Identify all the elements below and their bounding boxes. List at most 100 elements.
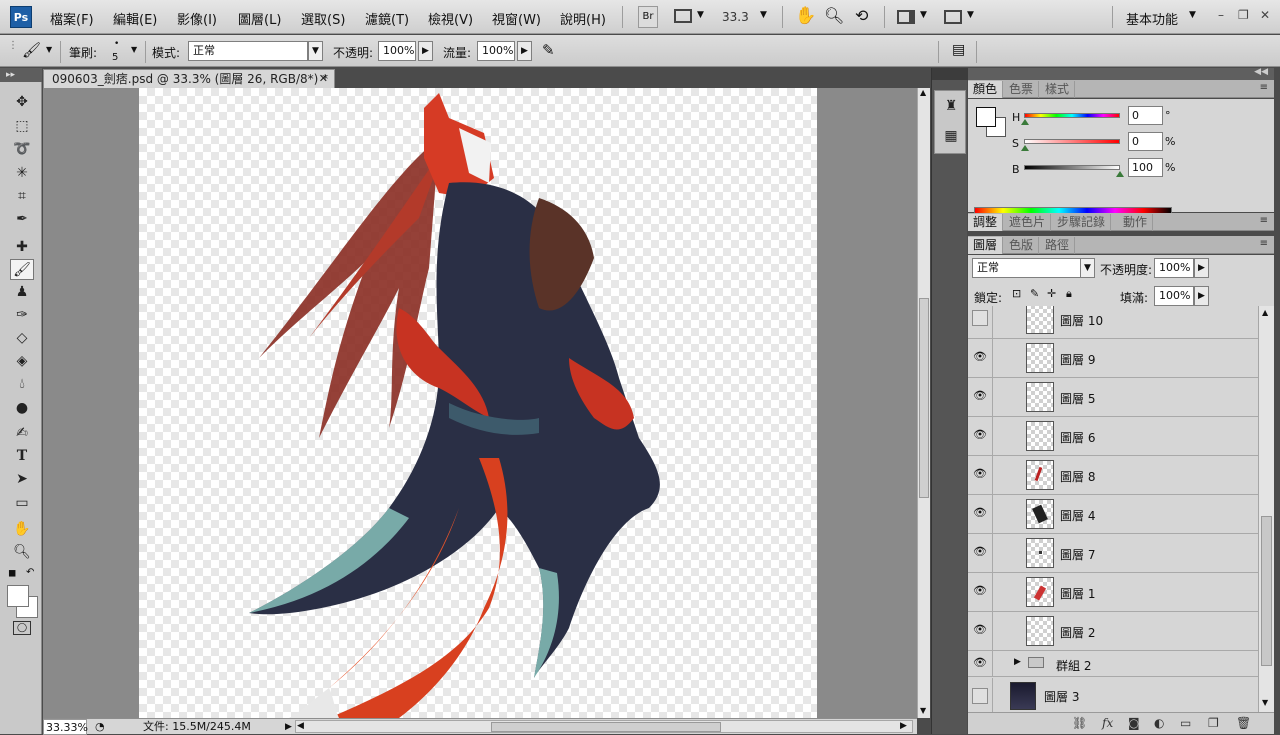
saturation-input[interactable]: 0 [1128, 132, 1163, 151]
layer-row[interactable]: 👁︎ 圖層 4 [968, 495, 1258, 534]
close-icon[interactable]: ✕ [1260, 8, 1270, 22]
layer-row[interactable]: 👁︎ 圖層 9 [968, 339, 1258, 378]
menu-image[interactable]: 影像(I) [177, 9, 217, 28]
brightness-slider-knob[interactable] [1116, 171, 1124, 177]
scroll-down-icon[interactable]: ▼ [1262, 698, 1268, 707]
eyedropper-icon[interactable]: ✒ [10, 209, 34, 230]
eye-icon[interactable]: 👁︎ [973, 545, 987, 559]
brightness-input[interactable]: 100 [1128, 158, 1163, 177]
layer-row[interactable]: 圖層 3 [968, 678, 1258, 712]
tab-paths[interactable]: 路徑 [1040, 237, 1076, 254]
fill-arrow-icon[interactable]: ▶ [1194, 286, 1209, 306]
crop-icon[interactable]: ⌗ [10, 186, 34, 207]
scroll-right-icon[interactable]: ▶ [900, 719, 907, 734]
layer-row[interactable]: 👁︎ 圖層 8 [968, 456, 1258, 495]
zoom-icon[interactable]: 🔍︎ [10, 542, 34, 563]
chevron-down-icon[interactable]: ▼ [1189, 10, 1196, 20]
marquee-icon[interactable]: ⬚ [10, 116, 34, 137]
layer-row[interactable]: 👁︎ 圖層 1 [968, 573, 1258, 612]
vertical-scroll-thumb[interactable] [919, 298, 929, 498]
layer-opacity-arrow-icon[interactable]: ▶ [1194, 258, 1209, 278]
layer-name[interactable]: 圖層 10 [1060, 312, 1103, 329]
eye-icon[interactable]: 👁︎ [973, 584, 987, 598]
status-info-icon[interactable]: ◔ [95, 719, 105, 734]
scroll-up-icon[interactable]: ▲ [920, 88, 926, 97]
chevron-down-icon[interactable]: ▼ [131, 45, 137, 54]
foreground-color-swatch[interactable] [7, 585, 29, 607]
link-layers-icon[interactable]: ⛓ [1072, 716, 1087, 730]
panel-menu-icon[interactable]: ≡ [1260, 82, 1268, 93]
menu-window[interactable]: 視窗(W) [492, 9, 541, 28]
paint-bucket-icon[interactable]: ◈ [10, 351, 34, 372]
trash-icon[interactable]: 🗑︎ [1236, 716, 1251, 730]
chevron-down-icon[interactable]: ▼ [920, 10, 927, 20]
screen-mode-icon[interactable] [944, 10, 962, 24]
clone-stamp-icon[interactable]: ♟ [10, 282, 34, 303]
saturation-slider-knob[interactable] [1021, 145, 1029, 151]
scroll-up-icon[interactable]: ▲ [1262, 308, 1268, 317]
lock-transparent-icon[interactable]: ⊡ [1012, 287, 1021, 300]
flow-arrow-icon[interactable]: ▶ [517, 41, 532, 61]
lasso-icon[interactable]: ➰ [10, 139, 34, 160]
new-group-icon[interactable]: ▭ [1180, 716, 1191, 730]
brush-size[interactable]: 5 [112, 52, 118, 63]
menu-file[interactable]: 檔案(F) [50, 9, 94, 28]
panel-grip[interactable]: ◀◀ [968, 67, 1274, 80]
horizontal-scrollbar[interactable]: ◀ ▶ [295, 720, 913, 733]
lock-image-icon[interactable]: ✎ [1030, 287, 1039, 300]
eye-icon[interactable]: 👁︎ [973, 350, 987, 364]
group-row[interactable]: 👁︎ ▶ 群組 2 [968, 651, 1258, 677]
fx-icon[interactable]: fx [1102, 716, 1113, 730]
panel-menu-icon[interactable]: ≡ [1260, 215, 1268, 226]
tab-color[interactable]: 顏色 [968, 81, 1004, 98]
tab-masks[interactable]: 遮色片 [1004, 214, 1052, 231]
status-menu-arrow-icon[interactable]: ▶ [285, 720, 292, 735]
visibility-toggle[interactable] [972, 310, 988, 326]
fill-input[interactable]: 100% [1154, 286, 1194, 306]
zoom-dropdown-icon[interactable]: ▼ [760, 10, 767, 20]
layer-row[interactable]: 👁︎ 圖層 7 [968, 534, 1258, 573]
saturation-slider[interactable] [1024, 139, 1120, 144]
add-mask-icon[interactable]: ◙ [1128, 716, 1140, 730]
chevron-down-icon[interactable]: ▼ [967, 10, 974, 20]
menu-layer[interactable]: 圖層(L) [238, 9, 281, 28]
vertical-scrollbar[interactable]: ▲ ▼ [917, 88, 930, 718]
close-icon[interactable]: ✕ [319, 70, 328, 88]
brightness-slider[interactable] [1024, 165, 1120, 170]
flow-input[interactable]: 100% [477, 41, 515, 61]
tab-adjustments[interactable]: 調整 [968, 214, 1004, 231]
minimize-icon[interactable]: – [1218, 8, 1224, 22]
eye-icon[interactable]: 👁︎ [973, 389, 987, 403]
eye-icon[interactable]: 👁︎ [973, 623, 987, 637]
tools-panel-header[interactable]: ▸▸ [0, 68, 42, 82]
layers-scrollbar[interactable]: ▲ ▼ [1258, 306, 1274, 712]
arrange-documents-icon[interactable] [897, 10, 915, 24]
mode-dropdown-icon[interactable]: ▼ [308, 41, 323, 61]
expand-group-icon[interactable]: ▶ [1014, 657, 1021, 667]
zoom-tool-icon[interactable]: 🔍︎ [824, 6, 844, 25]
tab-styles[interactable]: 樣式 [1040, 81, 1076, 98]
pen-icon[interactable]: ✍ [10, 423, 34, 444]
layer-row[interactable]: 圖層 10 [968, 306, 1258, 339]
view-extras-icon[interactable] [674, 9, 692, 23]
opacity-input[interactable]: 100% [378, 41, 416, 61]
history-panel-icon[interactable]: ♜ [942, 97, 960, 115]
path-select-icon[interactable]: ➤ [10, 469, 34, 490]
scroll-left-icon[interactable]: ◀ [297, 719, 304, 734]
tab-actions[interactable]: 動作 [1118, 214, 1154, 231]
layer-name[interactable]: 圖層 1 [1060, 585, 1095, 602]
menu-filter[interactable]: 濾鏡(T) [365, 9, 409, 28]
rotate-view-icon[interactable]: ⟲ [855, 6, 868, 25]
chevron-down-icon[interactable]: ▼ [697, 10, 704, 20]
horizontal-scroll-thumb[interactable] [491, 722, 721, 732]
tab-channels[interactable]: 色版 [1004, 237, 1040, 254]
group-name[interactable]: 群組 2 [1056, 657, 1091, 674]
document-tab[interactable]: 090603_劍痞.psd @ 33.3% (圖層 26, RGB/8*) * … [43, 69, 335, 88]
layer-name[interactable]: 圖層 4 [1060, 507, 1095, 524]
rectangle-icon[interactable]: ▭ [10, 493, 34, 514]
move-icon[interactable]: ✥ [10, 92, 34, 113]
eye-icon[interactable]: 👁︎ [973, 428, 987, 442]
magic-wand-icon[interactable]: ✳ [10, 163, 34, 184]
restore-icon[interactable]: ❐ [1238, 8, 1249, 22]
layer-name[interactable]: 圖層 6 [1060, 429, 1095, 446]
